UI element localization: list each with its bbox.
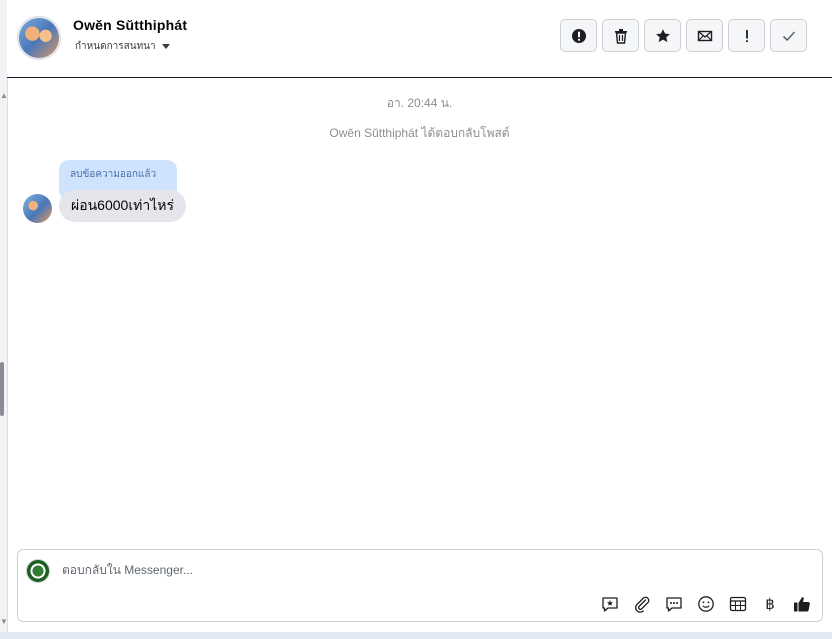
chat-bubble-icon <box>666 597 682 612</box>
appointment-icon <box>729 596 747 612</box>
attachment-icon <box>635 596 650 613</box>
timestamp-divider: อา. 20:44 น. <box>386 96 453 110</box>
scroll-down-arrow-icon[interactable]: ▼ <box>0 618 8 626</box>
bottom-status-strip <box>0 632 832 639</box>
delete-button[interactable] <box>602 19 639 52</box>
conversation-settings-dropdown[interactable]: กำหนดการสนทนา <box>75 39 170 54</box>
report-button[interactable] <box>560 19 597 52</box>
conversation-toolbar <box>560 19 807 52</box>
conversation-settings-label: กำหนดการสนทนา <box>75 41 156 52</box>
mark-done-button[interactable] <box>770 19 807 52</box>
composer-toolbar: ฿ <box>600 594 812 614</box>
page-avatar <box>26 559 50 583</box>
star-button[interactable] <box>644 19 681 52</box>
attach-file-button[interactable] <box>632 594 652 614</box>
sender-avatar[interactable] <box>23 194 52 223</box>
caret-down-icon <box>161 44 170 49</box>
contact-name[interactable]: Owĕn Sŭtthiphát <box>73 17 187 33</box>
trash-icon <box>614 28 627 44</box>
contact-avatar[interactable] <box>17 16 61 60</box>
envelope-icon <box>697 30 712 41</box>
message-bubble[interactable]: ผ่อน6000เท่าไหร่ <box>59 190 186 222</box>
system-message: Owĕn Sŭtthiphát ได้ตอบกลับโพสต์ <box>329 126 510 140</box>
quick-reply-button[interactable] <box>664 594 684 614</box>
payment-button[interactable]: ฿ <box>760 594 780 614</box>
baht-icon: ฿ <box>765 596 775 613</box>
exclamation-icon <box>745 29 748 42</box>
checkmark-icon <box>782 30 795 41</box>
like-button[interactable] <box>792 594 812 614</box>
emoji-button[interactable] <box>696 594 716 614</box>
conversation-header: Owĕn Sŭtthiphát กำหนดการสนทนา <box>7 0 832 78</box>
appointment-button[interactable] <box>728 594 748 614</box>
saved-reply-button[interactable] <box>600 594 620 614</box>
scroll-thumb[interactable] <box>0 362 4 416</box>
saved-reply-icon <box>602 597 618 612</box>
thumbs-up-icon <box>794 597 810 612</box>
reply-composer: ฿ <box>17 549 823 622</box>
star-icon <box>655 28 670 42</box>
emoji-icon <box>698 596 714 612</box>
alert-circle-icon <box>571 28 586 43</box>
reply-input[interactable] <box>62 563 762 577</box>
message-thread[interactable]: อา. 20:44 น. Owĕn Sŭtthiphát ได้ตอบกลับโ… <box>7 78 832 548</box>
mark-unread-button[interactable] <box>686 19 723 52</box>
spam-button[interactable] <box>728 19 765 52</box>
